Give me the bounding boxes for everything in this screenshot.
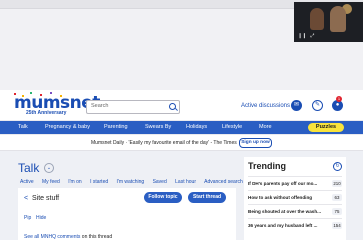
- refresh-icon[interactable]: ↻: [333, 162, 342, 171]
- trending-item[interactable]: If DH's parents pay off our mo... 210: [248, 176, 342, 190]
- sign-up-button[interactable]: Sign up now: [239, 138, 272, 148]
- tab-advanced-search[interactable]: Advanced search: [204, 179, 243, 185]
- pip-link[interactable]: Pip: [24, 215, 31, 221]
- trending-item-title[interactable]: How to ask without offending: [248, 195, 312, 200]
- follow-topic-button[interactable]: Follow topic: [144, 192, 182, 203]
- video-figure-right: [330, 6, 346, 32]
- trending-item-count: 63: [332, 194, 342, 201]
- nav-lifestyle[interactable]: Lifestyle: [222, 124, 242, 130]
- tab-i-started[interactable]: I started: [90, 179, 108, 185]
- chat-icon[interactable]: ✉: [291, 100, 302, 111]
- search-icon[interactable]: [169, 103, 176, 110]
- tab-im-watching[interactable]: I'm watching: [117, 179, 145, 185]
- talk-subtabs: Active My feed I'm on I started I'm watc…: [20, 179, 250, 185]
- tab-active[interactable]: Active: [20, 179, 34, 185]
- trending-item[interactable]: Being shouted at over the wash... 75: [248, 204, 342, 218]
- topic-title: Site stuff: [32, 195, 60, 202]
- page-title: Talk: [18, 161, 40, 175]
- mnhq-comments-line: See all MNHQ comments on this thread: [24, 234, 112, 240]
- search-placeholder: Search: [91, 103, 109, 109]
- daily-banner: Mumsnet Daily · 'Easily my favourite ema…: [0, 135, 363, 151]
- trending-item[interactable]: How to ask without offending 63: [248, 190, 342, 204]
- chevron-down-icon[interactable]: ⌄: [44, 163, 54, 173]
- mnhq-comments-suffix: on this thread: [80, 234, 113, 240]
- nav-swears-by[interactable]: Swears By: [145, 124, 171, 130]
- nav-talk[interactable]: Talk: [18, 124, 28, 130]
- edit-icon[interactable]: ✎: [312, 100, 323, 111]
- back-icon[interactable]: <: [24, 195, 28, 202]
- video-popup[interactable]: ❙❙ ⤢: [294, 2, 363, 42]
- video-controls[interactable]: ❙❙ ⤢: [298, 33, 314, 39]
- nav-more[interactable]: More: [259, 124, 272, 130]
- trending-title: Trending: [248, 161, 286, 171]
- expand-icon[interactable]: ⤢: [310, 33, 314, 39]
- trending-item-count: 75: [332, 208, 342, 215]
- anniversary-label: 25th Anniversary: [26, 110, 67, 116]
- trending-item-title[interactable]: Being shouted at over the wash...: [248, 209, 321, 214]
- search-input[interactable]: Search: [86, 100, 180, 114]
- topic-card: < Site stuff Follow topic Start thread P…: [18, 188, 236, 240]
- tab-my-feed[interactable]: My feed: [42, 179, 60, 185]
- notification-badge: 1: [336, 96, 342, 102]
- puzzles-button[interactable]: Puzzles: [308, 123, 344, 132]
- video-figure-left: [310, 8, 324, 30]
- tab-saved[interactable]: Saved: [153, 179, 167, 185]
- hide-link[interactable]: Hide: [36, 215, 46, 221]
- tab-im-on[interactable]: I'm on: [68, 179, 81, 185]
- trending-panel: Trending ↻ If DH's parents pay off our m…: [244, 157, 346, 240]
- nav-parenting[interactable]: Parenting: [104, 124, 128, 130]
- trending-item-count: 154: [332, 222, 342, 229]
- trending-item-title[interactable]: 36 years and my husband left ...: [248, 223, 317, 228]
- trending-item[interactable]: 36 years and my husband left ... 154: [248, 218, 342, 232]
- trending-item-count: 210: [332, 180, 342, 187]
- nav-pregnancy-baby[interactable]: Pregnancy & baby: [45, 124, 90, 130]
- pause-icon[interactable]: ❙❙: [298, 33, 306, 39]
- tab-last-hour[interactable]: Last hour: [175, 179, 196, 185]
- daily-banner-text: Mumsnet Daily · 'Easily my favourite ema…: [91, 140, 237, 146]
- active-discussions-link[interactable]: Active discussions: [241, 103, 290, 109]
- trending-item-title[interactable]: If DH's parents pay off our mo...: [248, 181, 317, 186]
- start-thread-button[interactable]: Start thread: [188, 192, 226, 203]
- mnhq-comments-link[interactable]: See all MNHQ comments: [24, 234, 80, 240]
- nav-holidays[interactable]: Holidays: [186, 124, 207, 130]
